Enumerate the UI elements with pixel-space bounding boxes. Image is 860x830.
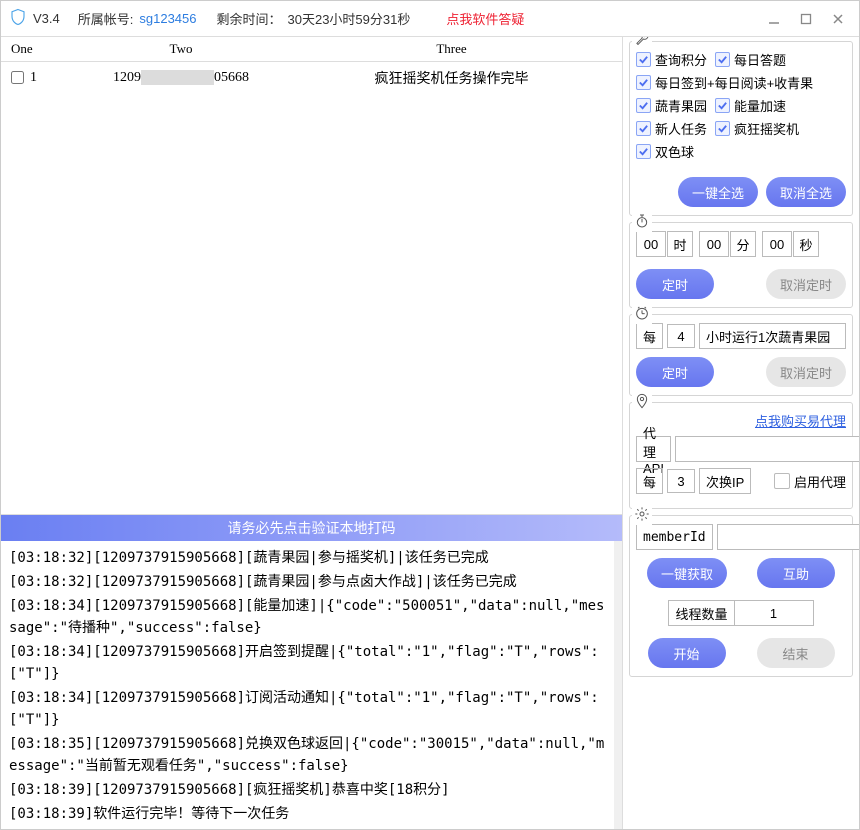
select-all-button[interactable]: 一键全选 xyxy=(678,177,758,207)
checkbox-icon[interactable] xyxy=(636,144,651,159)
proxy-every-label: 每 xyxy=(636,468,663,494)
interval-prefix: 每 xyxy=(636,323,663,349)
checkbox-icon[interactable] xyxy=(715,52,730,67)
timer-second-input[interactable] xyxy=(762,231,792,257)
task-checkbox-item[interactable]: 每日答题 xyxy=(715,50,786,69)
task-checkbox-item[interactable]: 能量加速 xyxy=(715,96,786,115)
proxy-api-input[interactable] xyxy=(675,436,859,462)
task-checkbox-item[interactable]: 双色球 xyxy=(636,142,694,161)
close-button[interactable] xyxy=(825,8,851,30)
row-id: 1209737915905668 xyxy=(81,62,281,95)
table-row: 1 1209737915905668疯狂摇奖机任务操作完毕 xyxy=(1,62,622,95)
log-pane[interactable]: [03:18:32][1209737915905668][蔬青果园|参与摇奖机]… xyxy=(1,541,622,829)
proxy-switch-label: 次换IP xyxy=(699,468,751,494)
interval-set-button[interactable]: 定时 xyxy=(636,357,714,387)
task-table: One Two Three 1 1209737915905668疯狂摇奖机任务操作… xyxy=(1,37,622,515)
timer-panel: 时 分 秒 定时 取消定时 xyxy=(629,222,853,308)
task-label: 疯狂摇奖机 xyxy=(734,119,799,138)
proxy-api-label: 代理API xyxy=(636,436,671,462)
checkbox-icon[interactable] xyxy=(636,121,651,136)
account-label: 所属帐号: xyxy=(78,9,134,28)
interval-cancel-button[interactable]: 取消定时 xyxy=(766,357,846,387)
app-window: V3.4 所属帐号: sg123456 剩余时间： 30天23小时59分31秒 … xyxy=(0,0,860,830)
task-checkbox-item[interactable]: 蔬青果园 xyxy=(636,96,707,115)
help-link[interactable]: 点我软件答疑 xyxy=(446,9,524,28)
log-line: [03:18:39]软件运行完毕！等待下一次任务 xyxy=(9,803,606,825)
wrench-icon xyxy=(632,37,652,51)
gear-icon xyxy=(632,506,652,525)
thread-label: 线程数量 xyxy=(668,600,733,626)
stopwatch-icon xyxy=(632,213,652,232)
right-pane: 查询积分 每日答题每日签到+每日阅读+收青果蔬青果园 能量加速新人任务 疯狂摇奖机双色… xyxy=(623,37,859,829)
col-header-one: One xyxy=(1,37,81,62)
interval-panel: 每 小时运行1次蔬青果园 定时 取消定时 xyxy=(629,314,853,396)
task-checkbox-item[interactable]: 查询积分 xyxy=(636,50,707,69)
log-line: [03:18:35][1209737915905668]兑换双色球返回|{"co… xyxy=(9,733,606,777)
timer-minute-input[interactable] xyxy=(699,231,729,257)
task-label: 每日答题 xyxy=(734,50,786,69)
checkbox-icon[interactable] xyxy=(715,98,730,113)
location-pin-icon xyxy=(632,393,652,412)
log-line: [03:18:32][1209737915905668][蔬青果园|参与摇奖机]… xyxy=(9,547,606,569)
version-label: V3.4 xyxy=(33,11,60,26)
task-label: 双色球 xyxy=(655,142,694,161)
row-status: 疯狂摇奖机任务操作完毕 xyxy=(281,62,622,95)
timer-second-unit: 秒 xyxy=(793,231,819,257)
deselect-all-button[interactable]: 取消全选 xyxy=(766,177,846,207)
maximize-button[interactable] xyxy=(793,8,819,30)
remaining-label: 剩余时间： xyxy=(217,9,282,28)
checkbox-icon[interactable] xyxy=(715,121,730,136)
log-line: [03:18:34][1209737915905668][能量加速]|{"cod… xyxy=(9,595,606,639)
timer-set-button[interactable]: 定时 xyxy=(636,269,714,299)
settings-panel: memberId 一键获取 互助 线程数量 开始 结束 xyxy=(629,515,853,677)
minimize-button[interactable] xyxy=(761,8,787,30)
memberid-input[interactable] xyxy=(717,524,859,550)
enable-proxy-label: 启用代理 xyxy=(794,472,846,491)
col-header-two: Two xyxy=(81,37,281,62)
interval-suffix: 小时运行1次蔬青果园 xyxy=(699,323,846,349)
clock-icon xyxy=(632,305,652,324)
timer-hour-unit: 时 xyxy=(667,231,693,257)
row-checkbox[interactable] xyxy=(11,71,24,84)
timer-hour-input[interactable] xyxy=(636,231,666,257)
task-label: 查询积分 xyxy=(655,50,707,69)
remaining-value: 30天23小时59分31秒 xyxy=(288,9,411,28)
buy-proxy-link[interactable]: 点我购买易代理 xyxy=(755,411,846,430)
title-bar: V3.4 所属帐号: sg123456 剩余时间： 30天23小时59分31秒 … xyxy=(1,1,859,37)
task-label: 蔬青果园 xyxy=(655,96,707,115)
log-line: [03:18:32][1209737915905668][蔬青果园|参与点卤大作… xyxy=(9,571,606,593)
left-pane: One Two Three 1 1209737915905668疯狂摇奖机任务操作… xyxy=(1,37,623,829)
shield-icon xyxy=(9,8,27,30)
mutual-button[interactable]: 互助 xyxy=(757,558,835,588)
log-line: [03:18:34][1209737915905668]订阅活动通知|{"tot… xyxy=(9,687,606,731)
task-checkbox-item[interactable]: 新人任务 xyxy=(636,119,707,138)
task-label: 能量加速 xyxy=(734,96,786,115)
thread-count-input[interactable] xyxy=(734,600,814,626)
col-header-three: Three xyxy=(281,37,622,62)
checkbox-icon[interactable] xyxy=(636,98,651,113)
task-label: 新人任务 xyxy=(655,119,707,138)
start-button[interactable]: 开始 xyxy=(648,638,726,668)
fetch-button[interactable]: 一键获取 xyxy=(647,558,727,588)
tasks-panel: 查询积分 每日答题每日签到+每日阅读+收青果蔬青果园 能量加速新人任务 疯狂摇奖机双色… xyxy=(629,41,853,216)
memberid-label: memberId xyxy=(636,524,713,550)
account-value: sg123456 xyxy=(139,11,196,26)
proxy-count-input[interactable] xyxy=(667,469,695,493)
row-index: 1 xyxy=(30,70,37,85)
task-checkbox-item[interactable]: 每日签到+每日阅读+收青果 xyxy=(636,73,813,92)
verify-notice-button[interactable]: 请务必先点击验证本地打码 xyxy=(1,515,622,541)
timer-minute-unit: 分 xyxy=(730,231,756,257)
checkbox-icon[interactable] xyxy=(636,75,651,90)
checkbox-icon[interactable] xyxy=(636,52,651,67)
proxy-panel: 点我购买易代理 代理API 每 次换IP 启用代理 xyxy=(629,402,853,509)
task-label: 每日签到+每日阅读+收青果 xyxy=(655,73,813,92)
log-line: [03:18:34][1209737915905668]开启签到提醒|{"tot… xyxy=(9,641,606,685)
interval-value-input[interactable] xyxy=(667,324,695,348)
log-line: [03:18:39][1209737915905668][疯狂摇奖机]恭喜中奖[… xyxy=(9,779,606,801)
timer-cancel-button[interactable]: 取消定时 xyxy=(766,269,846,299)
end-button[interactable]: 结束 xyxy=(757,638,835,668)
enable-proxy-checkbox[interactable] xyxy=(774,473,790,489)
task-checkbox-item[interactable]: 疯狂摇奖机 xyxy=(715,119,799,138)
